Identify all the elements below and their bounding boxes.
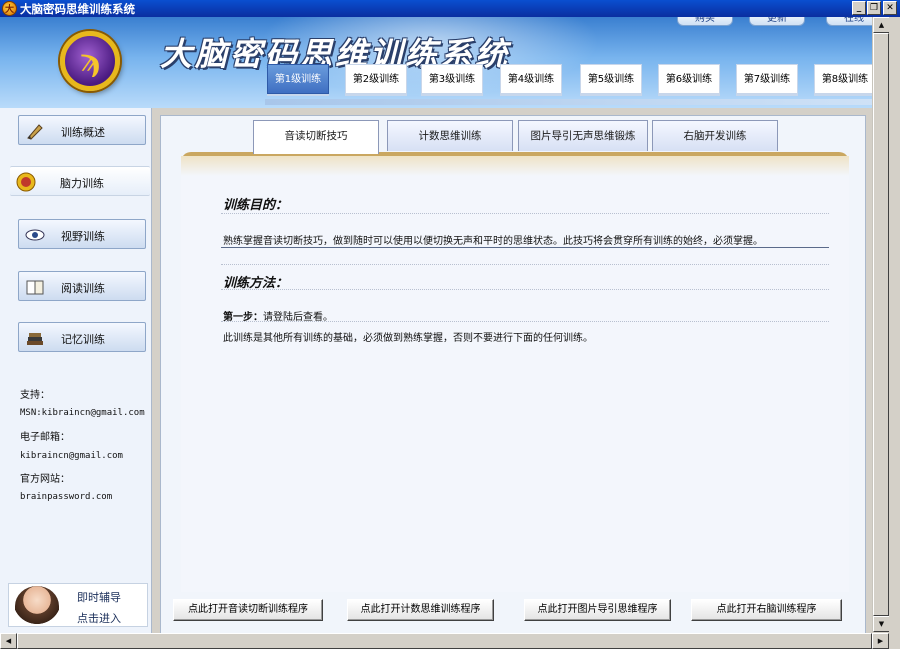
open-sound-cutoff-button[interactable]: 点此打开音读切断训练程序 <box>173 599 323 621</box>
main-content: 音读切断技巧 计数思维训练 图片导引无声思维锻炼 右脑开发训练 训练目的： 熟练… <box>160 115 866 634</box>
sidebar: 训练概述 脑力训练 视野训练 阅读训练 记忆训练 支持： MSN:kibrain… <box>0 108 152 634</box>
tab-sound-cutoff[interactable]: 音读切断技巧 <box>253 120 379 154</box>
level-tab-5[interactable]: 第5级训练 <box>580 64 642 94</box>
level-tab-3[interactable]: 第3级训练 <box>421 64 483 94</box>
sidebar-item-label: 训练概述 <box>61 126 105 139</box>
app-icon: 大 <box>2 1 17 16</box>
level-tab-2[interactable]: 第2级训练 <box>345 64 407 94</box>
brain-icon <box>16 172 36 192</box>
tab-counting[interactable]: 计数思维训练 <box>387 120 513 151</box>
horizontal-scroll-thumb[interactable] <box>17 633 872 649</box>
sidebar-item-label: 阅读训练 <box>61 282 105 295</box>
vertical-scrollbar[interactable]: ▲ ▼ <box>872 17 890 632</box>
brain-logo-icon: ϡ <box>60 31 120 91</box>
sidebar-item-reading[interactable]: 阅读训练 <box>18 271 146 301</box>
window-frame-right <box>889 17 900 649</box>
sidebar-item-label: 视野训练 <box>61 230 105 243</box>
support-agent-avatar <box>15 586 59 626</box>
live-help-button[interactable]: 即时辅导 点击进入 <box>8 583 148 627</box>
open-picture-guided-button[interactable]: 点此打开图片导引思维程序 <box>524 599 671 621</box>
divider <box>221 264 829 265</box>
level-tab-6[interactable]: 第6级训练 <box>658 64 720 94</box>
support-label: 支持： <box>20 390 50 401</box>
scroll-left-button[interactable]: ◀ <box>0 633 17 649</box>
sidebar-item-memory[interactable]: 记忆训练 <box>18 322 146 352</box>
eye-icon <box>25 229 45 241</box>
restore-button[interactable]: ❐ <box>867 1 881 15</box>
open-counting-button[interactable]: 点此打开计数思维训练程序 <box>347 599 494 621</box>
horizontal-scrollbar[interactable]: ◀ ▶ <box>0 633 889 649</box>
level-tab-7[interactable]: 第7级训练 <box>736 64 798 94</box>
site-label: 官方网站： <box>20 474 70 485</box>
divider <box>221 213 829 214</box>
goal-text: 熟练掌握音读切断技巧，做到随时可以使用以便切换无声和平时的思维状态。此技巧将会贯… <box>223 236 763 247</box>
level-tab-1[interactable]: 第1级训练 <box>267 64 329 94</box>
panel-trim <box>181 156 849 176</box>
open-right-brain-button[interactable]: 点此打开右脑训练程序 <box>691 599 842 621</box>
pen-icon <box>27 124 43 140</box>
level-tab-4[interactable]: 第4级训练 <box>500 64 562 94</box>
site-address: brainpassword.com <box>20 492 113 502</box>
msn-contact: MSN:kibraincn@gmail.com <box>20 408 145 418</box>
books-stack-icon <box>27 333 43 345</box>
scroll-down-button[interactable]: ▼ <box>873 616 890 632</box>
app-window: 大 大脑密码思维训练系统 _ ❐ ✕ ϡ 大脑密码思维训练系统 购买 更新 在线… <box>0 0 900 649</box>
level-bar-shadow <box>265 99 885 105</box>
buy-link[interactable]: 购买 <box>677 17 733 26</box>
sidebar-item-vision[interactable]: 视野训练 <box>18 219 146 249</box>
logo-glyph: ϡ <box>79 43 100 79</box>
minimize-button[interactable]: _ <box>852 1 866 15</box>
sidebar-item-label: 脑力训练 <box>60 177 104 190</box>
title-bar[interactable]: 大 大脑密码思维训练系统 _ ❐ ✕ <box>0 0 900 17</box>
vertical-scroll-thumb[interactable] <box>873 33 889 616</box>
email-address: kibraincn@gmail.com <box>20 451 123 461</box>
sidebar-item-brain[interactable]: 脑力训练 <box>10 166 150 196</box>
goal-title: 训练目的： <box>223 198 289 213</box>
method-note: 此训练是其他所有训练的基础，必须做到熟练掌握，否则不要进行下面的任何训练。 <box>223 333 593 344</box>
tab-right-brain[interactable]: 右脑开发训练 <box>652 120 778 151</box>
divider <box>221 289 829 290</box>
sidebar-item-overview[interactable]: 训练概述 <box>18 115 146 145</box>
close-button[interactable]: ✕ <box>883 1 897 15</box>
sidebar-item-label: 记忆训练 <box>61 333 105 346</box>
divider <box>221 247 829 248</box>
header-banner: ϡ 大脑密码思维训练系统 购买 更新 在线 第1级训练 第2级训练 第3级训练 … <box>0 17 888 108</box>
update-link[interactable]: 更新 <box>749 17 805 26</box>
scroll-up-button[interactable]: ▲ <box>873 17 890 33</box>
live-help-action: 点击进入 <box>77 612 121 625</box>
email-label: 电子邮箱： <box>20 432 70 443</box>
book-icon <box>26 280 44 295</box>
live-help-title: 即时辅导 <box>77 591 121 604</box>
window-title: 大脑密码思维训练系统 <box>20 2 135 16</box>
scroll-right-button[interactable]: ▶ <box>872 633 889 649</box>
tab-picture-guided[interactable]: 图片导引无声思维锻炼 <box>518 120 648 151</box>
level-tab-8[interactable]: 第8级训练 <box>814 64 876 94</box>
training-panel: 训练目的： 熟练掌握音读切断技巧，做到随时可以使用以便切换无声和平时的思维状态。… <box>181 152 849 592</box>
divider <box>221 321 829 322</box>
